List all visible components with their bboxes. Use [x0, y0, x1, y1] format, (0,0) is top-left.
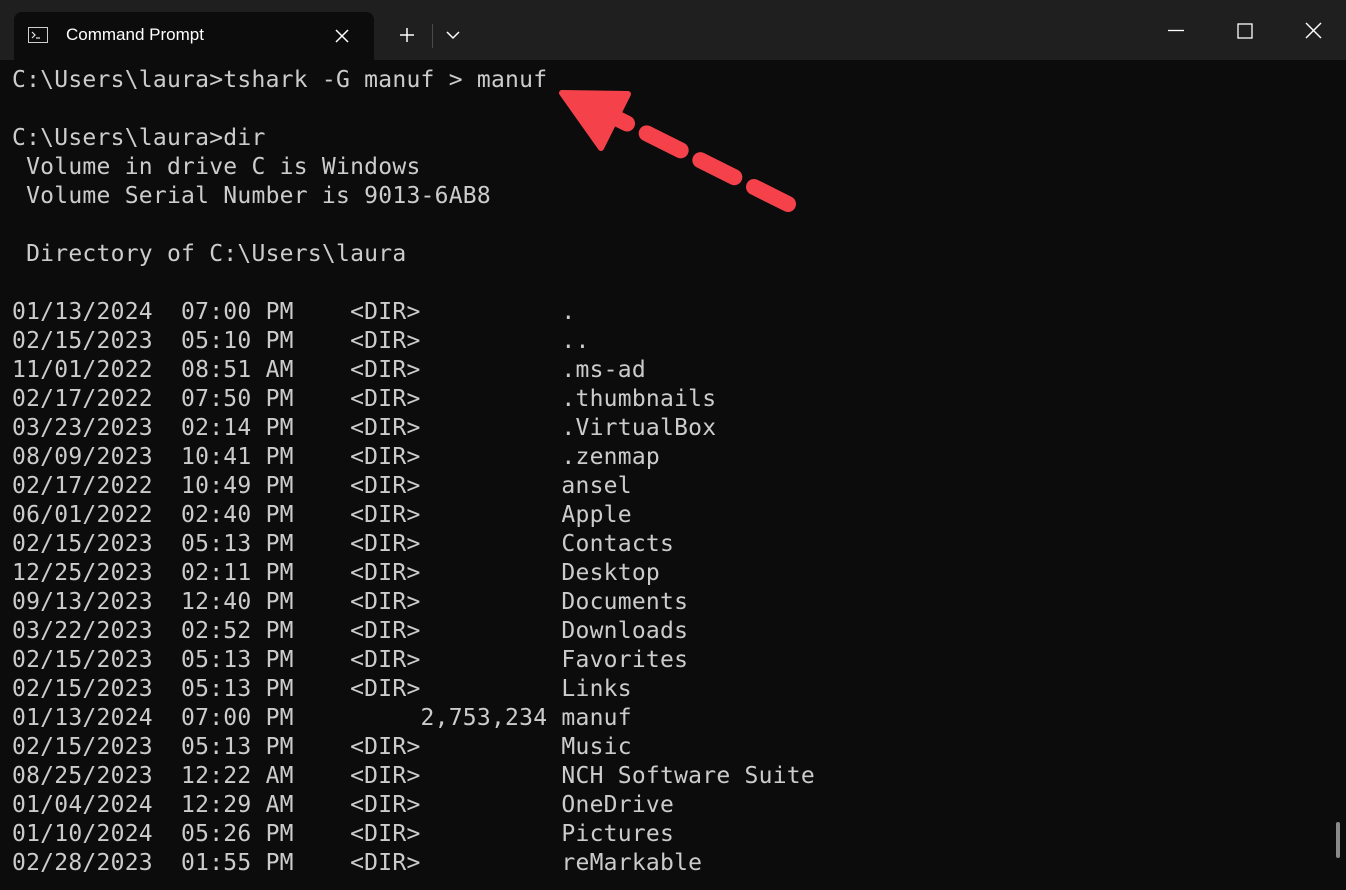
dir-entry: 02/15/2023 05:13 PM <DIR> Favorites — [12, 647, 689, 673]
terminal-line: C:\Users\laura>dir — [12, 125, 266, 151]
dir-entry: 02/15/2023 05:13 PM <DIR> Music — [12, 734, 632, 760]
terminal-output[interactable]: C:\Users\laura>tshark -G manuf > manuf C… — [0, 60, 1346, 890]
terminal-line: Volume in drive C is Windows — [12, 154, 421, 180]
terminal-line: Directory of C:\Users\laura — [12, 241, 407, 267]
dir-entry: 02/17/2022 07:50 PM <DIR> .thumbnails — [12, 386, 717, 412]
console-icon — [28, 27, 48, 43]
tab-title: Command Prompt — [66, 25, 204, 44]
dir-entry: 08/09/2023 10:41 PM <DIR> .zenmap — [12, 444, 661, 470]
minimize-icon[interactable] — [1152, 10, 1198, 50]
close-window-icon[interactable] — [1290, 10, 1336, 50]
dir-entry: 08/25/2023 12:22 AM <DIR> NCH Software S… — [12, 763, 815, 789]
tab-dropdown-icon[interactable] — [440, 22, 466, 48]
output-lines: C:\Users\laura>tshark -G manuf > manuf C… — [12, 66, 815, 878]
dir-entry: 03/22/2023 02:52 PM <DIR> Downloads — [12, 618, 689, 644]
terminal-line: C:\Users\laura>tshark -G manuf > manuf — [12, 67, 548, 93]
dir-entry: 03/23/2023 02:14 PM <DIR> .VirtualBox — [12, 415, 717, 441]
dir-entry: 11/01/2022 08:51 AM <DIR> .ms-ad — [12, 357, 646, 383]
dir-entry: 02/15/2023 05:10 PM <DIR> .. — [12, 328, 590, 354]
dir-entry: 09/13/2023 12:40 PM <DIR> Documents — [12, 589, 689, 615]
terminal-line: Volume Serial Number is 9013-6AB8 — [12, 183, 491, 209]
tab-command-prompt[interactable]: Command Prompt — [14, 12, 374, 60]
maximize-icon[interactable] — [1221, 10, 1267, 50]
dir-entry: 01/04/2024 12:29 AM <DIR> OneDrive — [12, 792, 675, 818]
new-tab-icon[interactable] — [392, 20, 422, 50]
scrollbar-thumb[interactable] — [1336, 822, 1340, 858]
dir-entry: 06/01/2022 02:40 PM <DIR> Apple — [12, 502, 632, 528]
tab-separator — [432, 24, 433, 48]
close-tab-icon[interactable] — [330, 24, 354, 48]
dir-entry: 01/13/2024 07:00 PM <DIR> . — [12, 299, 576, 325]
command-prompt-window: Command Prompt C:\Users\laura>tshark -G … — [0, 0, 1346, 890]
dir-entry: 02/15/2023 05:13 PM <DIR> Contacts — [12, 531, 675, 557]
dir-entry: 02/17/2022 10:49 PM <DIR> ansel — [12, 473, 632, 499]
dir-entry: 02/15/2023 05:13 PM <DIR> Links — [12, 676, 632, 702]
dir-entry: 12/25/2023 02:11 PM <DIR> Desktop — [12, 560, 661, 586]
dir-entry: 02/28/2023 01:55 PM <DIR> reMarkable — [12, 850, 703, 876]
dir-entry: 01/10/2024 05:26 PM <DIR> Pictures — [12, 821, 675, 847]
dir-entry-manuf: 01/13/2024 07:00 PM 2,753,234 manuf — [12, 705, 632, 731]
title-bar[interactable]: Command Prompt — [0, 0, 1346, 60]
